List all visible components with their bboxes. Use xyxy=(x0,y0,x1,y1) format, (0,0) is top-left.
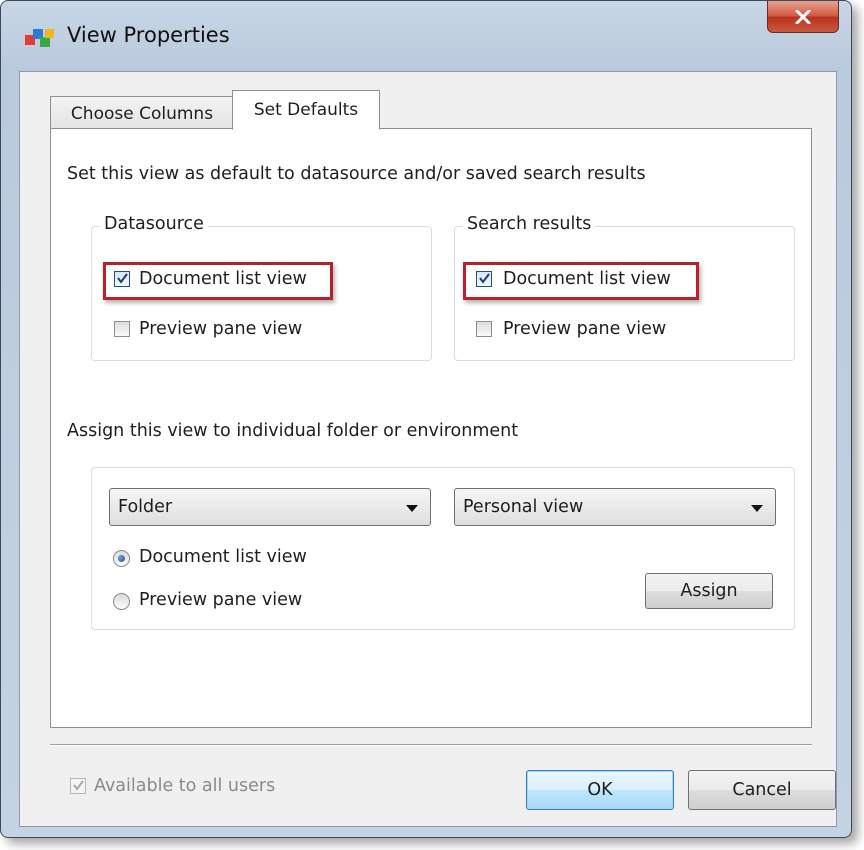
datasource-label: Datasource xyxy=(100,214,208,234)
chevron-down-icon xyxy=(751,505,763,512)
view-properties-dialog: View Properties Choose Columns Set Defau… xyxy=(0,0,852,838)
folder-select-value: Folder xyxy=(118,497,173,517)
tab-choose-columns[interactable]: Choose Columns xyxy=(50,96,234,130)
assign-heading: Assign this view to individual folder or… xyxy=(67,421,519,441)
set-defaults-panel: Set this view as default to datasource a… xyxy=(50,128,812,728)
available-all-users-checkbox[interactable] xyxy=(70,778,86,794)
check-icon xyxy=(117,273,128,284)
datasource-preview-pane-label[interactable]: Preview pane view xyxy=(139,319,302,339)
close-button[interactable] xyxy=(767,1,839,33)
datasource-document-list-label[interactable]: Document list view xyxy=(139,269,307,289)
chevron-down-icon xyxy=(406,505,418,512)
footer-separator xyxy=(50,744,812,746)
check-icon xyxy=(479,273,490,284)
datasource-preview-pane-checkbox[interactable] xyxy=(114,321,130,337)
search-results-document-list-label[interactable]: Document list view xyxy=(503,269,671,289)
search-results-preview-pane-checkbox[interactable] xyxy=(476,321,492,337)
folder-select[interactable]: Folder xyxy=(109,488,431,526)
dialog-client-area: Choose Columns Set Defaults Set this vie… xyxy=(19,71,837,827)
tab-set-defaults[interactable]: Set Defaults xyxy=(232,90,380,130)
datasource-document-list-checkbox[interactable] xyxy=(114,271,130,287)
intro-text: Set this view as default to datasource a… xyxy=(67,164,646,184)
app-logo-icon xyxy=(25,29,54,47)
view-type-select-value: Personal view xyxy=(463,497,584,517)
search-results-label: Search results xyxy=(463,214,596,234)
tab-label: Set Defaults xyxy=(253,100,359,120)
search-results-preview-pane-label[interactable]: Preview pane view xyxy=(503,319,666,339)
tab-label: Choose Columns xyxy=(70,103,214,124)
view-type-select[interactable]: Personal view xyxy=(454,488,776,526)
radio-document-list-view[interactable] xyxy=(113,550,130,567)
radio-document-list-label[interactable]: Document list view xyxy=(139,547,307,567)
check-icon xyxy=(73,780,84,791)
radio-preview-pane-label[interactable]: Preview pane view xyxy=(139,590,302,610)
radio-preview-pane-view[interactable] xyxy=(113,593,130,610)
radio-selected-dot xyxy=(118,555,125,562)
assign-button[interactable]: Assign xyxy=(645,573,773,609)
ok-button[interactable]: OK xyxy=(526,770,674,810)
window-title: View Properties xyxy=(67,23,230,47)
cancel-button[interactable]: Cancel xyxy=(688,770,836,810)
available-all-users-label[interactable]: Available to all users xyxy=(94,776,275,796)
search-results-document-list-checkbox[interactable] xyxy=(476,271,492,287)
close-icon xyxy=(795,9,811,24)
